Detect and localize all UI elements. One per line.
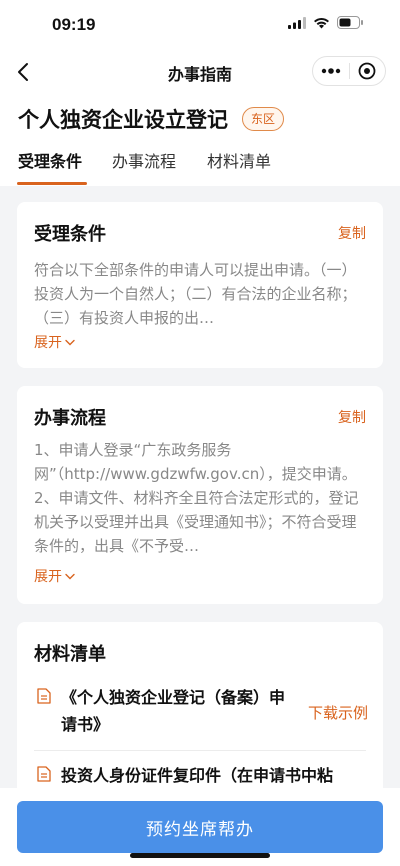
expand-label: 展开: [34, 569, 62, 585]
process-title: 办事流程: [34, 408, 106, 429]
document-icon: [37, 766, 51, 782]
status-time: 09:19: [52, 15, 96, 34]
page-title: 个人独资企业设立登记: [18, 108, 228, 132]
material-name: 《个人独资企业登记（备案）申请书》: [61, 688, 286, 734]
battery-icon: [337, 16, 363, 29]
more-button[interactable]: [313, 56, 349, 86]
tab-process[interactable]: 办事流程: [112, 148, 176, 186]
material-item[interactable]: 《个人独资企业登记（备案）申请书》 下载示例: [34, 684, 368, 744]
document-icon: [37, 688, 51, 704]
tab-conditions[interactable]: 受理条件: [18, 148, 82, 186]
divider: [34, 750, 366, 751]
process-copy-button[interactable]: 复制: [338, 407, 366, 427]
chevron-down-icon: [65, 339, 75, 345]
process-card: 办事流程 复制 1、申请人登录“广东政务服务网”（http://www.gdzw…: [17, 386, 383, 604]
active-tab-indicator: [17, 182, 87, 185]
materials-title: 材料清单: [34, 644, 106, 665]
nav-bar: 办事指南: [0, 50, 400, 94]
chevron-down-icon: [65, 573, 75, 579]
status-icons: [288, 16, 364, 29]
conditions-expand-button[interactable]: 展开: [34, 332, 75, 352]
book-agent-assistance-button[interactable]: 预约坐席帮办: [17, 801, 383, 853]
process-expand-button[interactable]: 展开: [34, 566, 75, 586]
expand-label: 展开: [34, 335, 62, 351]
signal-icon: [288, 16, 306, 29]
tab-materials[interactable]: 材料清单: [207, 148, 271, 186]
district-badge: 东区: [242, 107, 285, 131]
mini-program-capsule: [312, 56, 386, 86]
conditions-copy-button[interactable]: 复制: [338, 223, 366, 243]
conditions-title: 受理条件: [34, 224, 106, 245]
conditions-card: 受理条件 复制 符合以下全部条件的申请人可以提出申请。（一）投资人为一个自然人；…: [17, 202, 383, 368]
close-button[interactable]: [350, 56, 385, 86]
material-name: 投资人身份证件复印件（在申请书中粘: [61, 766, 334, 785]
page-header: 个人独资企业设立登记 东区 受理条件 办事流程 材料清单: [0, 94, 400, 186]
wifi-icon: [314, 17, 329, 28]
conditions-text: 符合以下全部条件的申请人可以提出申请。（一）投资人为一个自然人；（二）有合法的企…: [34, 261, 357, 327]
home-indicator: [130, 853, 270, 858]
tab-bar: 受理条件 办事流程 材料清单: [0, 148, 400, 186]
target-close-icon: [359, 62, 376, 80]
more-dots-icon: [321, 68, 341, 74]
process-text: 1、申请人登录“广东政务服务网”（http://www.gdzwfw.gov.c…: [34, 441, 359, 555]
status-bar: 09:19: [0, 0, 400, 50]
download-sample-button[interactable]: 下载示例: [308, 702, 368, 723]
